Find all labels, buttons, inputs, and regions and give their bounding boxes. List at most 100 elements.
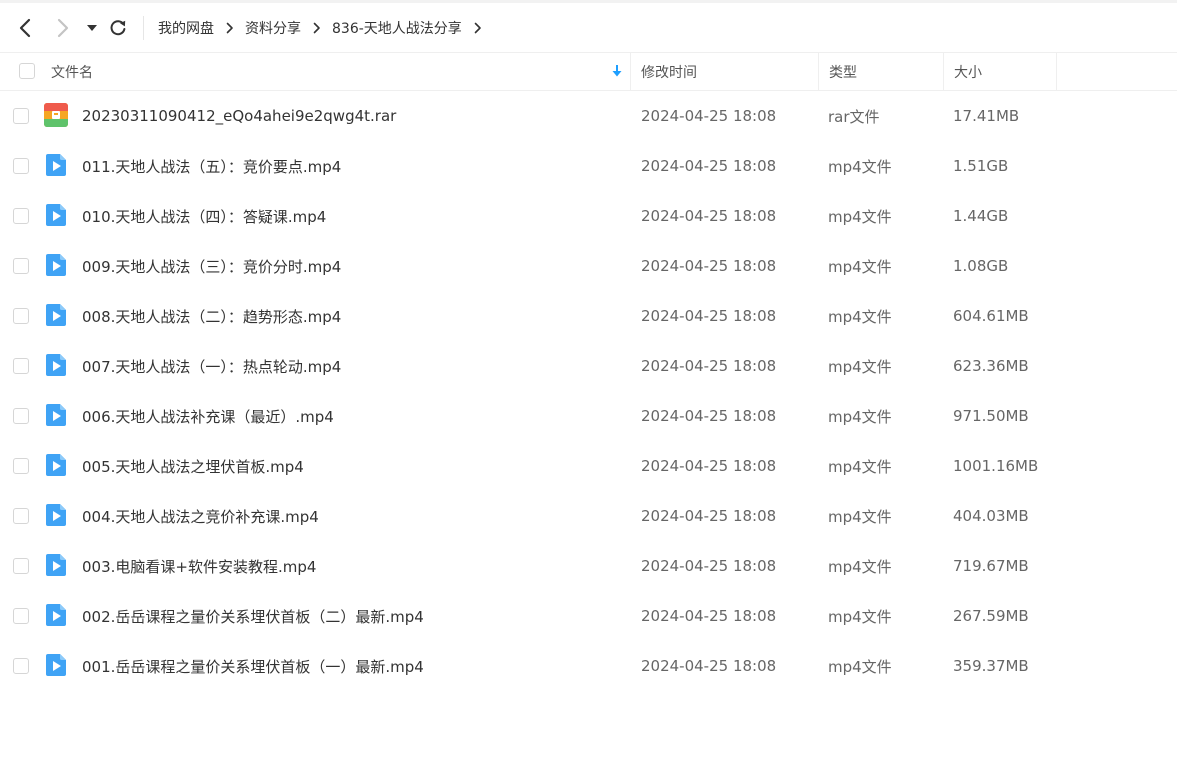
refresh-icon bbox=[110, 20, 126, 36]
toolbar-divider bbox=[143, 16, 144, 40]
row-checkbox[interactable] bbox=[13, 658, 29, 674]
file-name[interactable]: 20230311090412_eQo4ahei9e2qwg4t.rar bbox=[82, 91, 396, 141]
row-checkbox[interactable] bbox=[13, 308, 29, 324]
table-header: 文件名 修改时间 类型 大小 bbox=[0, 52, 1177, 91]
breadcrumb-item-my-drive[interactable]: 我的网盘 bbox=[158, 18, 214, 38]
file-size: 1.51GB bbox=[953, 157, 1009, 175]
chevron-right-icon bbox=[474, 22, 481, 33]
file-modified-time: 2024-04-25 18:08 bbox=[641, 357, 777, 375]
file-name[interactable]: 003.电脑看课+软件安装教程.mp4 bbox=[82, 541, 316, 591]
video-file-icon bbox=[46, 354, 66, 376]
forward-button[interactable] bbox=[52, 16, 74, 40]
row-checkbox[interactable] bbox=[13, 208, 29, 224]
sort-down-arrow-icon[interactable] bbox=[611, 64, 623, 78]
file-size: 17.41MB bbox=[953, 107, 1020, 125]
file-modified-time: 2024-04-25 18:08 bbox=[641, 207, 777, 225]
file-size: 623.36MB bbox=[953, 357, 1029, 375]
file-name[interactable]: 010.天地人战法（四）：答疑课.mp4 bbox=[82, 191, 326, 241]
file-name[interactable]: 002.岳岳课程之量价关系埋伏首板（二）最新.mp4 bbox=[82, 591, 424, 641]
table-row[interactable]: 004.天地人战法之竞价补充课.mp4 2024-04-25 18:08 mp4文件… bbox=[0, 491, 1177, 541]
column-header-name[interactable]: 文件名 bbox=[0, 53, 631, 90]
breadcrumb-separator bbox=[474, 22, 482, 34]
file-name[interactable]: 011.天地人战法（五）：竞价要点.mp4 bbox=[82, 141, 341, 191]
file-type: mp4文件 bbox=[828, 307, 892, 326]
refresh-button[interactable] bbox=[107, 17, 129, 39]
file-modified-time: 2024-04-25 18:08 bbox=[641, 457, 777, 475]
table-row[interactable]: 007.天地人战法（一）：热点轮动.mp4 2024-04-25 18:08 mp4… bbox=[0, 341, 1177, 391]
table-row[interactable]: 011.天地人战法（五）：竞价要点.mp4 2024-04-25 18:08 mp4… bbox=[0, 141, 1177, 191]
file-modified-time: 2024-04-25 18:08 bbox=[641, 507, 777, 525]
file-size: 404.03MB bbox=[953, 507, 1029, 525]
table-row[interactable]: 009.天地人战法（三）：竞价分时.mp4 2024-04-25 18:08 mp4… bbox=[0, 241, 1177, 291]
file-name[interactable]: 009.天地人战法（三）：竞价分时.mp4 bbox=[82, 241, 341, 291]
back-button[interactable] bbox=[14, 16, 36, 40]
file-name[interactable]: 006.天地人战法补充课（最近）.mp4 bbox=[82, 391, 334, 441]
row-checkbox[interactable] bbox=[13, 108, 29, 124]
video-file-icon bbox=[46, 454, 66, 476]
history-dropdown-button[interactable] bbox=[85, 20, 99, 36]
chevron-right-icon bbox=[313, 22, 320, 33]
breadcrumb-item-current-folder[interactable]: 836-天地人战法分享 bbox=[332, 18, 462, 38]
caret-down-icon bbox=[87, 25, 97, 31]
file-modified-time: 2024-04-25 18:08 bbox=[641, 557, 777, 575]
file-size: 719.67MB bbox=[953, 557, 1029, 575]
file-modified-time: 2024-04-25 18:08 bbox=[641, 107, 777, 125]
table-row[interactable]: 002.岳岳课程之量价关系埋伏首板（二）最新.mp4 2024-04-25 18:… bbox=[0, 591, 1177, 641]
row-checkbox[interactable] bbox=[13, 558, 29, 574]
column-header-modified[interactable]: 修改时间 bbox=[631, 53, 819, 90]
video-file-icon bbox=[46, 154, 66, 176]
file-type: mp4文件 bbox=[828, 557, 892, 576]
file-size: 267.59MB bbox=[953, 607, 1029, 625]
breadcrumb: 我的网盘 资料分享 836-天地人战法分享 bbox=[158, 3, 493, 52]
table-row[interactable]: 20230311090412_eQo4ahei9e2qwg4t.rar 2024-… bbox=[0, 91, 1177, 141]
video-file-icon bbox=[46, 404, 66, 426]
column-header-size-label: 大小 bbox=[954, 64, 982, 81]
table-row[interactable]: 008.天地人战法（二）：趋势形态.mp4 2024-04-25 18:08 mp4… bbox=[0, 291, 1177, 341]
row-checkbox[interactable] bbox=[13, 458, 29, 474]
breadcrumb-item-shared-materials[interactable]: 资料分享 bbox=[245, 18, 301, 38]
file-modified-time: 2024-04-25 18:08 bbox=[641, 407, 777, 425]
table-row[interactable]: 001.岳岳课程之量价关系埋伏首板（一）最新.mp4 2024-04-25 18:… bbox=[0, 641, 1177, 691]
video-file-icon bbox=[46, 504, 66, 526]
file-name[interactable]: 008.天地人战法（二）：趋势形态.mp4 bbox=[82, 291, 341, 341]
file-size: 1.08GB bbox=[953, 257, 1009, 275]
column-header-size[interactable]: 大小 bbox=[944, 53, 1057, 90]
row-checkbox[interactable] bbox=[13, 508, 29, 524]
column-header-name-label: 文件名 bbox=[51, 64, 93, 81]
breadcrumb-separator bbox=[313, 22, 321, 34]
video-file-icon bbox=[46, 654, 66, 676]
video-file-icon bbox=[46, 604, 66, 626]
table-row[interactable]: 003.电脑看课+软件安装教程.mp4 2024-04-25 18:08 mp4文件… bbox=[0, 541, 1177, 591]
file-size: 971.50MB bbox=[953, 407, 1029, 425]
table-row[interactable]: 006.天地人战法补充课（最近）.mp4 2024-04-25 18:08 mp4文… bbox=[0, 391, 1177, 441]
file-size: 604.61MB bbox=[953, 307, 1029, 325]
file-name[interactable]: 001.岳岳课程之量价关系埋伏首板（一）最新.mp4 bbox=[82, 641, 424, 691]
video-file-icon bbox=[46, 254, 66, 276]
row-checkbox[interactable] bbox=[13, 408, 29, 424]
video-file-icon bbox=[46, 304, 66, 326]
row-checkbox[interactable] bbox=[13, 608, 29, 624]
file-type: mp4文件 bbox=[828, 607, 892, 626]
table-row[interactable]: 010.天地人战法（四）：答疑课.mp4 2024-04-25 18:08 mp4文… bbox=[0, 191, 1177, 241]
chevron-right-icon bbox=[226, 22, 233, 33]
file-type: mp4文件 bbox=[828, 457, 892, 476]
file-modified-time: 2024-04-25 18:08 bbox=[641, 607, 777, 625]
file-name[interactable]: 004.天地人战法之竞价补充课.mp4 bbox=[82, 491, 319, 541]
table-row[interactable]: 005.天地人战法之埋伏首板.mp4 2024-04-25 18:08 mp4文件 1… bbox=[0, 441, 1177, 491]
file-type: mp4文件 bbox=[828, 157, 892, 176]
file-modified-time: 2024-04-25 18:08 bbox=[641, 657, 777, 675]
file-name[interactable]: 005.天地人战法之埋伏首板.mp4 bbox=[82, 441, 304, 491]
row-checkbox[interactable] bbox=[13, 158, 29, 174]
file-type: mp4文件 bbox=[828, 257, 892, 276]
column-header-type[interactable]: 类型 bbox=[819, 53, 944, 90]
file-type: mp4文件 bbox=[828, 657, 892, 676]
row-checkbox[interactable] bbox=[13, 258, 29, 274]
file-type: mp4文件 bbox=[828, 357, 892, 376]
archive-file-icon bbox=[44, 103, 68, 127]
file-list: 20230311090412_eQo4ahei9e2qwg4t.rar 2024-… bbox=[0, 91, 1177, 691]
file-name[interactable]: 007.天地人战法（一）：热点轮动.mp4 bbox=[82, 341, 341, 391]
chevron-right-icon bbox=[57, 18, 69, 38]
video-file-icon bbox=[46, 204, 66, 226]
row-checkbox[interactable] bbox=[13, 358, 29, 374]
chevron-left-icon bbox=[19, 18, 31, 38]
